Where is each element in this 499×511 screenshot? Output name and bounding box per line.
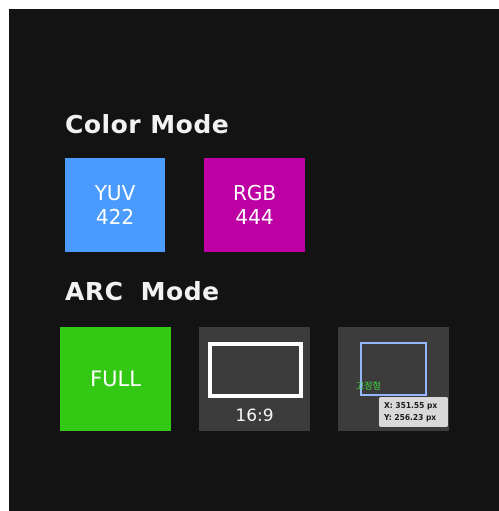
coordinate-tooltip: X: 351.55 px Y: 256.23 px: [379, 397, 448, 427]
arc-mode-full-button[interactable]: FULL: [60, 327, 171, 431]
full-label: FULL: [90, 367, 141, 391]
arc-mode-heading: ARC Mode: [65, 277, 220, 306]
yuv-label: YUV: [94, 181, 136, 205]
tooltip-y: Y: 256.23 px: [384, 413, 437, 422]
tooltip-x: X: 351.55 px: [384, 401, 438, 410]
yuv-value: 422: [95, 205, 135, 229]
aspect-frame-icon: [208, 342, 303, 398]
settings-panel: Color Mode YUV 422 RGB 444 ARC Mode FULL…: [9, 9, 499, 511]
custom-label: 고정형: [356, 382, 381, 392]
rgb-label: RGB: [232, 181, 277, 205]
rgb-value: 444: [235, 205, 274, 229]
arc-mode-16-9-button[interactable]: 16:9: [199, 327, 310, 431]
arc-mode-custom-button[interactable]: 고정형 X: 351.55 px Y: 256.23 px: [338, 327, 449, 431]
color-mode-yuv422-button[interactable]: YUV 422: [65, 158, 165, 252]
color-mode-heading: Color Mode: [65, 110, 230, 139]
arc-16-9-label: 16:9: [235, 406, 274, 426]
color-mode-rgb444-button[interactable]: RGB 444: [204, 158, 305, 252]
